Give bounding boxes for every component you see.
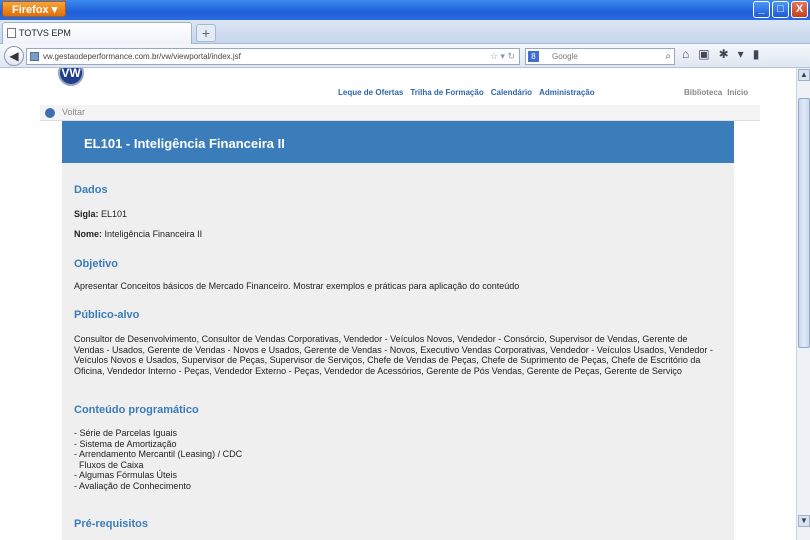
home-icon[interactable]: ⌂ (682, 47, 689, 61)
scroll-down-icon[interactable]: ▼ (798, 515, 810, 527)
tab-strip: TOTVS EPM + (0, 20, 810, 44)
nav-calendario[interactable]: Calendário (491, 88, 532, 97)
nome-label: Nome: (74, 229, 103, 239)
browser-tab[interactable]: TOTVS EPM (2, 22, 192, 44)
page-viewport: VW Leque de Ofertas Trilha de Formação C… (0, 68, 796, 540)
nome-value: Inteligência Financeira II (104, 229, 203, 239)
window-titlebar: Firefox ▾ _ □ X (0, 0, 810, 20)
tab-title: TOTVS EPM (19, 28, 71, 38)
toolbar-icons: ⌂ ▣ ✱ ▾ ▮ (682, 47, 759, 61)
navigation-toolbar: ◀ vw.gestaodeperformance.com.br/vw/viewp… (0, 44, 810, 68)
section-conteudo-programatico: Conteúdo programático (74, 404, 199, 416)
search-magnifier-icon[interactable]: ⌕ (665, 49, 671, 64)
nav-inicio[interactable]: Início (727, 88, 748, 97)
back-bar: Voltar (40, 105, 760, 121)
close-window-button[interactable]: X (791, 1, 808, 18)
list-item: - Avaliação de Conhecimento (74, 480, 191, 491)
reload-icon[interactable]: ↻ (507, 51, 515, 61)
nav-leque-de-ofertas[interactable]: Leque de Ofertas (338, 88, 403, 97)
secondary-navigation: Biblioteca Início (684, 88, 748, 97)
course-header: EL101 - Inteligência Financeira II (62, 121, 734, 163)
back-circle-icon[interactable] (45, 108, 55, 118)
sigla-value: EL101 (101, 209, 128, 219)
list-item: - Algumas Fórmulas Úteis (74, 470, 178, 481)
search-engine-icon[interactable]: 8 (528, 51, 539, 62)
search-placeholder: Google (552, 52, 578, 61)
list-item: Fluxos de Caixa (74, 459, 144, 470)
conteudo-list: - Série de Parcelas Iguais - Sistema de … (74, 428, 242, 492)
maximize-button[interactable]: □ (772, 1, 789, 18)
vertical-scrollbar[interactable]: ▲ ▼ (796, 68, 810, 540)
section-dados: Dados (74, 184, 108, 196)
new-tab-button[interactable]: + (196, 24, 216, 42)
toolbar-dropdown-icon[interactable]: ▾ (738, 47, 744, 61)
scroll-up-icon[interactable]: ▲ (798, 69, 810, 81)
site-identity-icon (30, 52, 39, 61)
list-item: - Série de Parcelas Iguais (74, 428, 178, 438)
list-item: - Arrendamento Mercantil (Leasing) / CDC (74, 449, 243, 460)
bookmarks-icon[interactable]: ▮ (753, 47, 760, 61)
window-controls: _ □ X (753, 1, 808, 18)
course-title: EL101 - Inteligência Financeira II (84, 136, 285, 151)
objetivo-text: Apresentar Conceitos básicos de Mercado … (74, 281, 520, 291)
voltar-link[interactable]: Voltar (62, 107, 85, 117)
history-dropdown-icon[interactable]: ▾ (500, 51, 505, 61)
publico-alvo-text: Consultor de Desenvolvimento, Consultor … (74, 334, 713, 376)
addon-icon[interactable]: ✱ (719, 47, 729, 61)
scroll-thumb[interactable] (798, 98, 810, 348)
minimize-button[interactable]: _ (753, 1, 770, 18)
sigla-label: Sigla: (74, 209, 99, 219)
url-text: vw.gestaodeperformance.com.br/vw/viewpor… (43, 52, 241, 61)
list-item: - Sistema de Amortização (74, 438, 177, 449)
nav-trilha-de-formacao[interactable]: Trilha de Formação (410, 88, 483, 97)
url-bar[interactable]: vw.gestaodeperformance.com.br/vw/viewpor… (26, 48, 520, 65)
screen-icon[interactable]: ▣ (698, 47, 709, 61)
nav-biblioteca[interactable]: Biblioteca (684, 88, 722, 97)
section-objetivo: Objetivo (74, 258, 119, 270)
search-bar[interactable]: 8 Google ⌕ (525, 48, 675, 65)
field-sigla: Sigla: EL101 (74, 209, 127, 219)
vw-logo[interactable]: VW (58, 68, 84, 86)
nav-administracao[interactable]: Administração (539, 88, 595, 97)
page-favicon-icon (7, 28, 16, 38)
firefox-menu-button[interactable]: Firefox ▾ (2, 1, 66, 17)
section-pre-requisitos: Pré-requisitos (74, 518, 148, 530)
bookmark-star-icon[interactable]: ☆ (490, 51, 498, 61)
browser-back-button[interactable]: ◀ (4, 46, 24, 66)
url-bar-tools: ☆ ▾ ↻ (490, 49, 515, 64)
field-nome: Nome: Inteligência Financeira II (74, 229, 202, 239)
course-panel: EL101 - Inteligência Financeira II Dados… (62, 121, 734, 540)
section-publico-alvo: Público-alvo (74, 309, 140, 321)
main-navigation: Leque de Ofertas Trilha de Formação Cale… (338, 88, 595, 97)
